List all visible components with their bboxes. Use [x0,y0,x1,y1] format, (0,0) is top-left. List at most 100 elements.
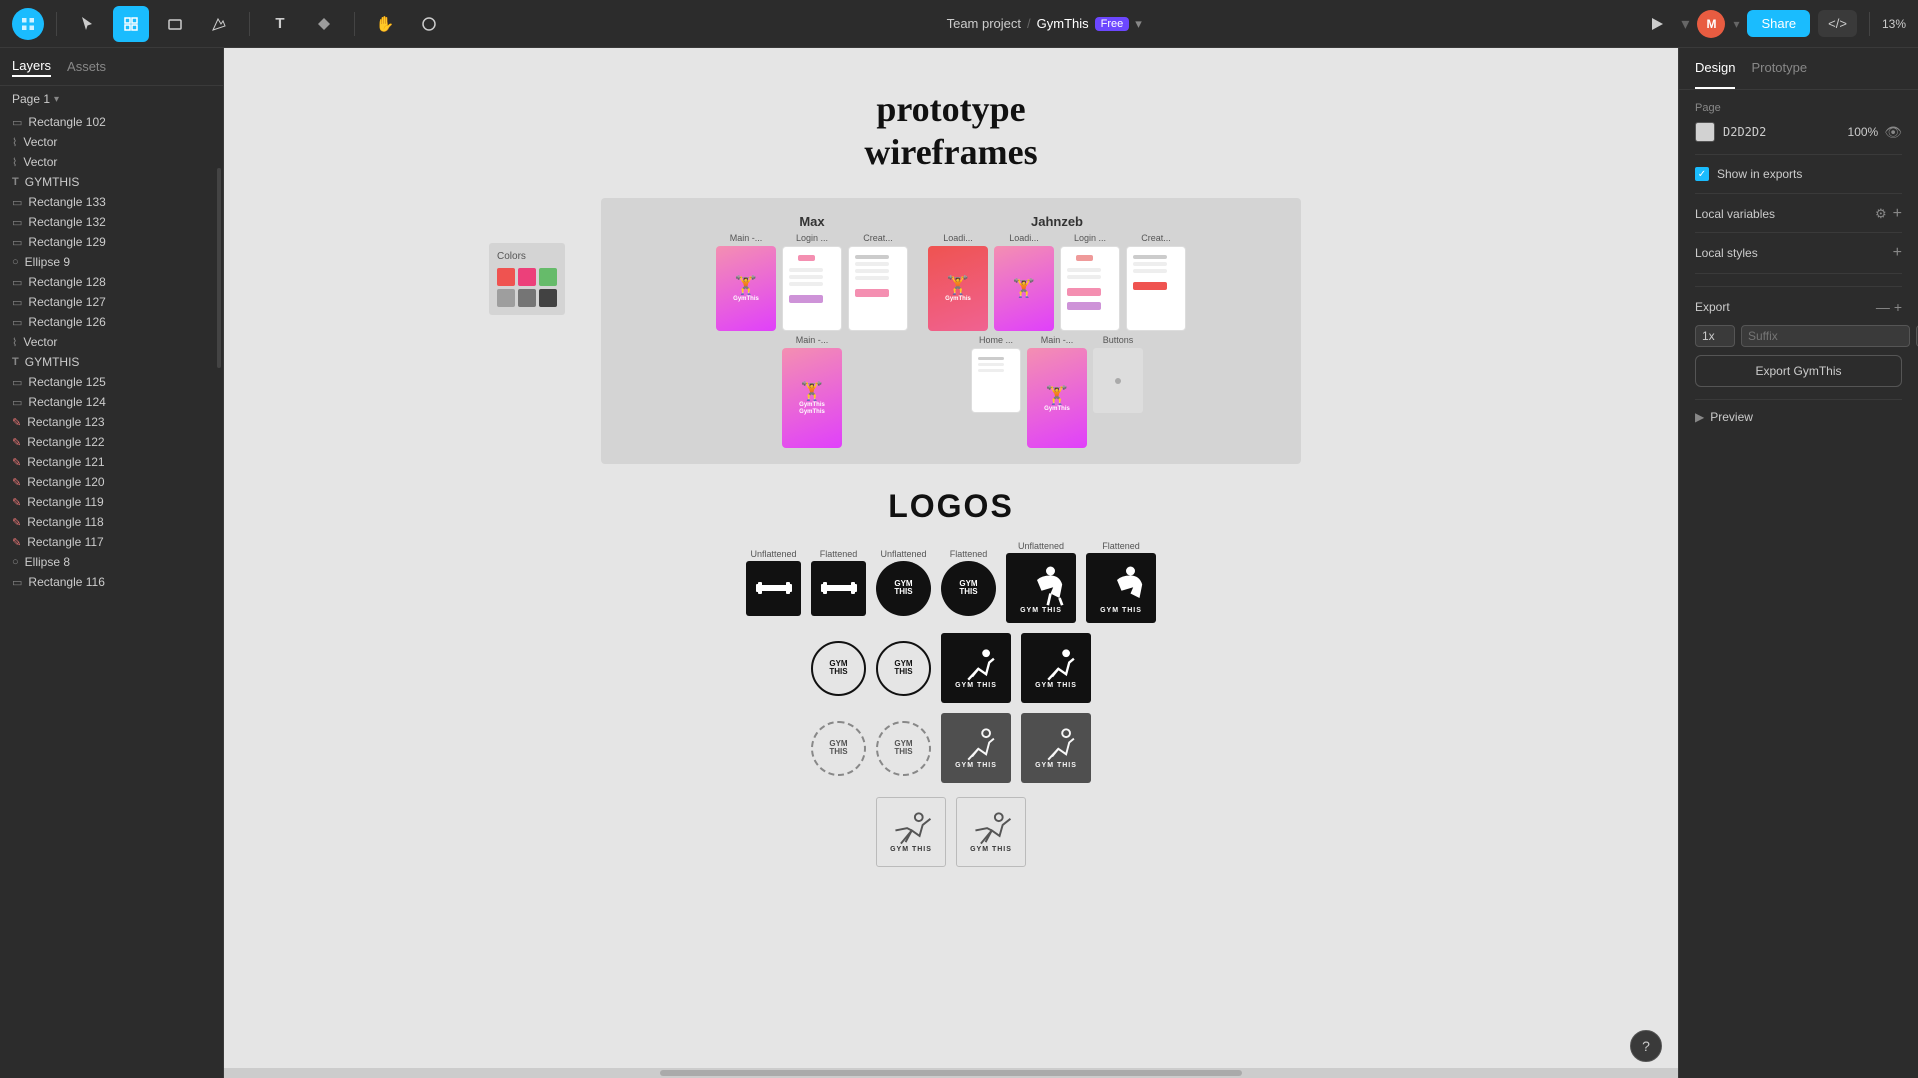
right-sidebar: Design Prototype Page D2D2D2 100% 👁 [1678,48,1918,1078]
dumbbell-icon: 🏋 [801,381,823,402]
layer-item[interactable]: ⌇ Vector [0,132,223,152]
preview-section: ▶ Preview [1695,399,1902,424]
local-variables-add-icon[interactable]: + [1893,206,1902,222]
layer-item[interactable]: ▭ Rectangle 125 [0,372,223,392]
vector-icon: ⌇ [12,136,17,149]
tab-assets[interactable]: Assets [67,57,106,76]
layer-item[interactable]: ▭ Rectangle 129 [0,232,223,252]
layer-item[interactable]: ✎ Rectangle 118 [0,512,223,532]
dumbbell-icon: 🏋 [1013,278,1035,299]
max-frame-main: Main -... 🏋 GymThis [716,233,776,331]
export-suffix-input[interactable] [1741,325,1910,347]
free-badge: Free [1095,17,1130,31]
hand-tool[interactable]: ✋ [367,6,403,42]
file-menu-chevron[interactable]: ▾ [1135,16,1142,32]
comment-tool[interactable] [411,6,447,42]
page-color-value[interactable]: D2D2D2 [1723,125,1766,139]
canvas-hscroll[interactable] [224,1068,1678,1078]
text-tool[interactable]: T [262,6,298,42]
present-button[interactable] [1641,8,1673,40]
logo-person-white-1: GYM THIS [941,713,1011,783]
pen-tool[interactable] [201,6,237,42]
toolbar-divider-4 [1869,12,1870,36]
tab-prototype[interactable]: Prototype [1751,48,1807,89]
logo-person-run-dark-1: GYM THIS [941,633,1011,703]
color-swatch-green [539,268,557,286]
logo-person-run-dark-2: GYM THIS [1021,633,1091,703]
layer-item[interactable]: ▭ Rectangle 128 [0,272,223,292]
rect-icon: ✎ [12,536,21,549]
layer-item[interactable]: ▭ Rectangle 132 [0,212,223,232]
components-tool[interactable] [306,6,342,42]
present-chevron[interactable]: ▾ [1681,14,1689,34]
layer-item[interactable]: ▭ Rectangle 124 [0,392,223,412]
layer-item[interactable]: ✎ Rectangle 117 [0,532,223,552]
frame-label: Creat... [863,233,893,243]
frame-tool[interactable] [113,6,149,42]
export-scale-input[interactable] [1695,325,1735,347]
buttons-placeholder [1093,348,1143,413]
frame-label: Login ... [1074,233,1106,243]
rect-icon: ✎ [12,516,21,529]
show-in-exports-row: Show in exports [1695,167,1902,194]
layer-item[interactable]: ⌇ Vector [0,152,223,172]
export-plus-icon[interactable]: + [1894,299,1902,315]
layer-item[interactable]: ✎ Rectangle 123 [0,412,223,432]
toolbar-divider-2 [249,12,250,36]
gym-label: GymThis [945,296,971,303]
tab-design[interactable]: Design [1695,48,1735,89]
page-selector[interactable]: Page 1 ▾ [0,86,223,112]
rect-icon: ▭ [12,576,22,589]
jahnzeb-frame-login: Login ... [1060,233,1120,331]
layer-item[interactable]: ▭ Rectangle 126 [0,312,223,332]
help-button[interactable]: ? [1630,1030,1662,1062]
layer-item[interactable]: ▭ Rectangle 116 [0,572,223,592]
max-frames-row2: Main -... 🏋 GymThis GymThis [782,335,842,448]
layer-item[interactable]: ▭ Rectangle 102 [0,112,223,132]
pct-eye-row: 100% 👁 [1848,124,1902,141]
right-panel-content: Page D2D2D2 100% 👁 Show in exports [1679,90,1918,1078]
eye-icon[interactable]: 👁 [1884,124,1902,141]
layer-item[interactable]: ✎ Rectangle 122 [0,432,223,452]
gym-this-label: GYM THIS [1035,762,1077,769]
layer-item[interactable]: ✎ Rectangle 119 [0,492,223,512]
color-swatch-dark [539,289,557,307]
share-button[interactable]: Share [1747,10,1810,37]
layer-item[interactable]: T GYMTHIS [0,172,223,192]
preview-row[interactable]: ▶ Preview [1695,410,1902,424]
logo-flattened-1: Flattened [811,549,866,616]
layer-item[interactable]: ○ Ellipse 9 [0,252,223,272]
layer-item[interactable]: T GYMTHIS [0,352,223,372]
avatar-chevron[interactable]: ▾ [1733,17,1739,31]
move-tool[interactable] [69,6,105,42]
logos-section: LOGOS Unflattened [576,488,1326,867]
zoom-level[interactable]: 13% [1882,17,1906,31]
layer-item[interactable]: ⌇ Vector [0,332,223,352]
frame-thumb [848,246,908,331]
layer-item[interactable]: ▭ Rectangle 133 [0,192,223,212]
logos-title: LOGOS [888,488,1014,525]
app-logo[interactable] [12,8,44,40]
layer-item[interactable]: ○ Ellipse 8 [0,552,223,572]
export-minus-icon[interactable]: — [1876,299,1890,315]
jahnzeb-frames-row: Loadi... 🏋 GymThis Loadi.. [928,233,1186,331]
toolbar-divider-3 [354,12,355,36]
rect-icon: ✎ [12,456,21,469]
show-in-exports-checkbox[interactable] [1695,167,1709,181]
layer-item[interactable]: ✎ Rectangle 120 [0,472,223,492]
user-avatar: M [1697,10,1725,38]
tab-layers[interactable]: Layers [12,56,51,77]
export-header: Export — + [1695,299,1902,315]
export-button[interactable]: Export GymThis [1695,355,1902,387]
logo-person-outline-1: GYM THIS [876,797,946,867]
code-button[interactable]: </> [1818,10,1857,37]
local-styles-add-icon[interactable]: + [1893,245,1902,261]
layer-item[interactable]: ✎ Rectangle 121 [0,452,223,472]
logo-kb-outline-4: GYMTHIS [876,721,931,776]
local-variables-settings-icon[interactable]: ⚙ [1875,206,1887,222]
layer-item[interactable]: ▭ Rectangle 127 [0,292,223,312]
dumbbell-icon: 🏋 [735,275,757,296]
canvas[interactable]: prototype wireframes Colors [224,48,1678,1078]
shape-tool[interactable] [157,6,193,42]
page-color-swatch[interactable] [1695,122,1715,142]
